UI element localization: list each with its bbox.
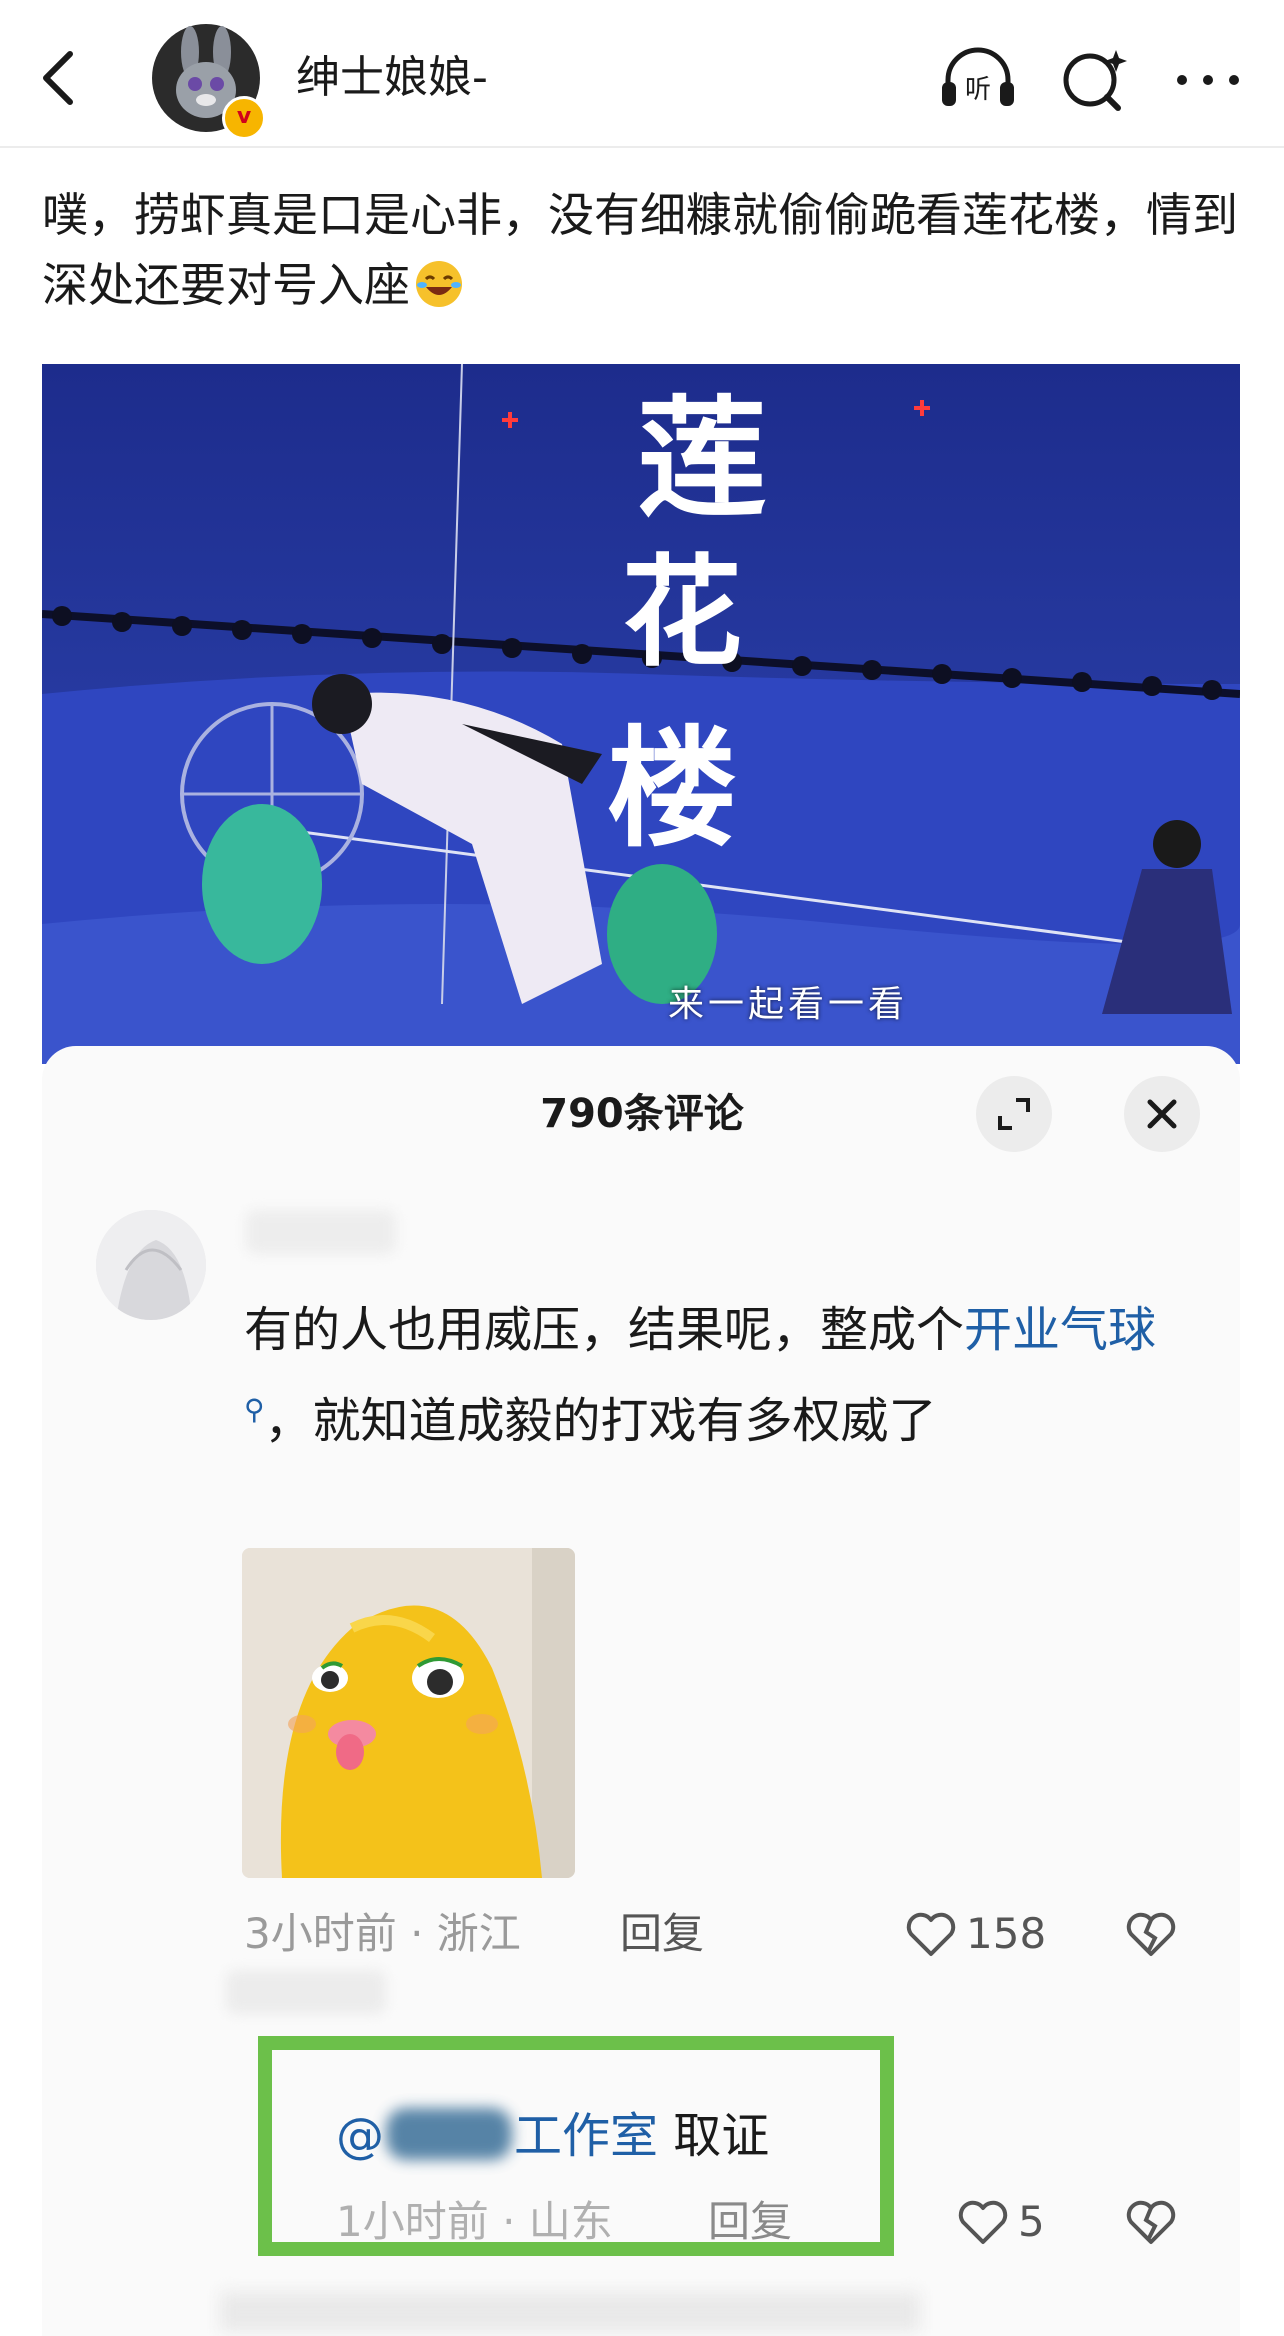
commenter-name-redacted — [246, 1210, 396, 1254]
heart-icon[interactable] — [956, 2198, 1010, 2248]
comment-sticker-image[interactable] — [242, 1548, 575, 1878]
video-player[interactable]: 莲 花 楼 — [42, 364, 1240, 1064]
listen-label: 听 — [965, 75, 991, 105]
back-arrow-icon — [43, 51, 73, 105]
ai-search-icon — [1063, 50, 1127, 111]
video-title-char-3: 楼 — [607, 712, 737, 865]
expand-icon — [998, 1098, 1030, 1130]
video-title-char-1: 莲 — [637, 382, 767, 535]
listen-button[interactable]: 听 — [936, 44, 1020, 112]
comments-count-title: 790条评论 — [540, 1091, 744, 1137]
ai-search-button[interactable] — [1054, 44, 1138, 112]
like-count: 158 — [966, 1909, 1047, 1958]
reply-text: 取证 — [673, 2108, 770, 2164]
reply-comment-location: 山东 — [528, 2197, 613, 2246]
more-icon — [1177, 75, 1239, 85]
reply-comment-text: @ 工作室 取证 — [336, 2104, 769, 2168]
heart-icon[interactable] — [904, 1910, 958, 1960]
next-comment-redacted — [220, 2292, 920, 2332]
reply-like-count: 5 — [1018, 2197, 1045, 2246]
author-username[interactable]: 绅士娘娘- — [296, 50, 488, 106]
headphones-listen-icon: 听 — [942, 47, 1014, 106]
broken-heart-icon[interactable] — [1124, 2198, 1178, 2248]
reply-commenter-name-redacted — [226, 1970, 386, 2014]
expand-sheet-button[interactable] — [976, 1076, 1052, 1152]
reply-button[interactable]: 回复 — [620, 1906, 704, 1962]
comment-meta: 3小时前 · 浙江 — [244, 1909, 521, 1958]
comment-text: 有的人也用威压，结果呢，整成个开业气球 ⚲，就知道成毅的打戏有多权威了 — [244, 1290, 1204, 1461]
search-icon: ⚲ — [244, 1393, 265, 1426]
video-title-char-2: 花 — [622, 542, 742, 683]
broken-heart-icon[interactable] — [1124, 1910, 1178, 1960]
mention-name-redacted — [386, 2108, 512, 2160]
reply-comment-meta: 1小时前 · 山东 — [336, 2197, 613, 2246]
back-button[interactable] — [30, 40, 86, 116]
top-bar: v 绅士娘娘- 听 — [0, 0, 1284, 148]
mention-suffix: 工作室 — [514, 2108, 659, 2164]
mention-at: @ — [336, 2108, 384, 2164]
topic-link-label: 开业气球 — [964, 1302, 1157, 1358]
close-icon — [1147, 1099, 1177, 1129]
comment-text-before-link: 有的人也用威压，结果呢，整成个 — [244, 1302, 965, 1358]
mention-link[interactable]: @ 工作室 — [336, 2108, 658, 2164]
rofl-emoji-icon — [416, 261, 462, 307]
comment-location: 浙江 — [436, 1909, 521, 1958]
commenter-avatar[interactable] — [96, 1210, 206, 1320]
comment-text-after-link: ，就知道成毅的打戏有多权威了 — [264, 1393, 937, 1449]
reply-comment-time: 1小时前 — [336, 2197, 489, 2246]
post-body: 噗，捞虾真是口是心非，没有细糠就偷偷跪看莲花楼，情到深处还要对号入座 — [42, 188, 1238, 312]
post-text: 噗，捞虾真是口是心非，没有细糠就偷偷跪看莲花楼，情到深处还要对号入座 — [42, 180, 1242, 320]
video-caption: 来一起看一看 — [668, 984, 909, 1025]
close-sheet-button[interactable] — [1124, 1076, 1200, 1152]
verified-badge-icon: v — [222, 96, 266, 140]
video-frame: 莲 花 楼 — [42, 364, 1240, 1064]
more-button[interactable] — [1166, 44, 1250, 112]
reply-comment-reply-button[interactable]: 回复 — [708, 2194, 792, 2250]
comment-time: 3小时前 — [244, 1909, 397, 1958]
